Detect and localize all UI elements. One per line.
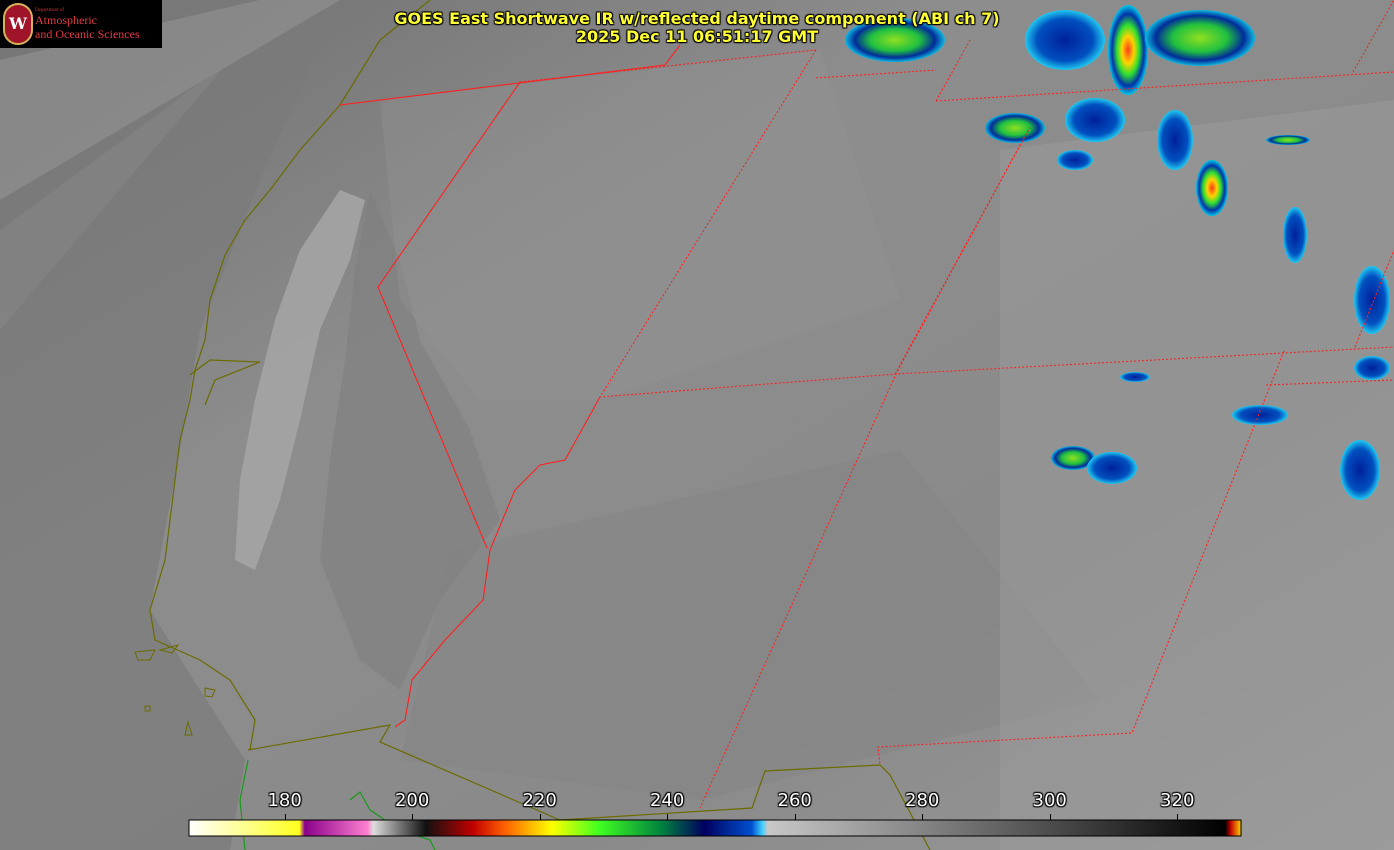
satellite-ir-map	[0, 0, 1394, 850]
colorbar-tick-mark	[284, 814, 286, 820]
colorbar-tick-label: 240	[649, 790, 685, 811]
colorbar-gradient	[188, 819, 1242, 837]
map-title: GOES East Shortwave IR w/reflected dayti…	[394, 9, 1000, 28]
colorbar-tick-mark	[922, 814, 924, 820]
colorbar-tick-mark	[667, 814, 669, 820]
colorbar-tick-label: 180	[267, 790, 302, 811]
colorbar-tick-label: 280	[905, 790, 940, 811]
map-timestamp: 2025 Dec 11 06:51:17 GMT	[575, 27, 819, 46]
colorbar-tick-label: 320	[1160, 790, 1195, 811]
colorbar-tick-mark	[539, 814, 541, 820]
colorbar-tick-mark	[412, 814, 414, 820]
colorbar-tick-mark	[794, 814, 796, 820]
colorbar-tick-label: 300	[1032, 790, 1067, 811]
colorbar-tick-mark	[1049, 814, 1051, 820]
colorbar-tick-label: 260	[777, 790, 812, 811]
colorbar-tick-label: 200	[394, 790, 430, 811]
colorbar-tick-mark	[1177, 814, 1179, 820]
colorbar-tick-label: 220	[522, 790, 557, 811]
